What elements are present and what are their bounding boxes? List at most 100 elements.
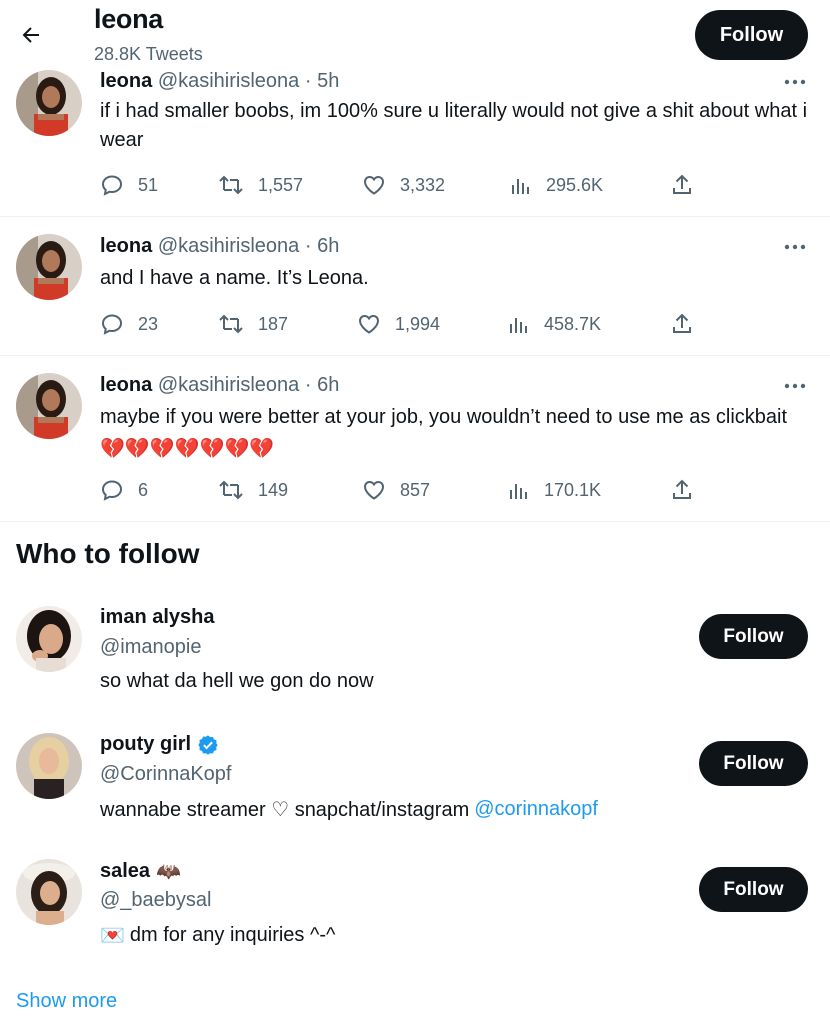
avatar[interactable] [16, 234, 82, 300]
tweet-meta: leona @kasihirisleona · 6h [100, 235, 339, 258]
heart-icon [363, 480, 385, 500]
avatar[interactable] [16, 733, 82, 799]
tweet-text: maybe if you were better at your job, yo… [100, 403, 810, 464]
avatar[interactable] [16, 859, 82, 925]
tweet-time[interactable]: · 5h [305, 70, 339, 92]
profile-header: leona 28.8K Tweets Follow [0, 0, 830, 70]
like-button[interactable]: 1,994 [357, 310, 440, 338]
views-button[interactable]: 170.1K [508, 476, 601, 504]
avatar[interactable] [16, 606, 82, 672]
like-button[interactable]: 857 [362, 476, 430, 504]
views-button[interactable]: 295.6K [510, 171, 603, 199]
reply-button[interactable]: 51 [100, 171, 158, 199]
retweet-icon [219, 480, 243, 500]
account-bio: 💌 dm for any inquiries ^-^ [100, 924, 336, 947]
reply-count: 23 [138, 313, 159, 334]
account-bio: wannabe streamer ♡ snapchat/instagram @c… [100, 798, 598, 821]
heart-icon [358, 314, 380, 334]
follow-button[interactable]: Follow [695, 10, 808, 60]
retweet-button[interactable]: 187 [218, 310, 288, 338]
account-name[interactable]: iman alysha [100, 606, 215, 629]
retweet-button[interactable]: 1,557 [218, 171, 303, 199]
view-count: 458.7K [544, 313, 602, 334]
suggested-account[interactable]: salea 🦇 @_baebysal 💌 dm for any inquirie… [0, 859, 830, 985]
tweet-time[interactable]: · 6h [305, 374, 339, 396]
more-options-button[interactable] [780, 72, 810, 92]
views-button[interactable]: 458.7K [508, 310, 601, 338]
like-count: 1,994 [395, 313, 441, 334]
account-handle[interactable]: @imanopie [100, 636, 201, 659]
tweet-count: 28.8K Tweets [94, 44, 203, 64]
more-dots-icon [784, 383, 806, 389]
reply-icon [101, 314, 123, 335]
heart-icon [363, 175, 385, 195]
account-handle[interactable]: @CorinnaKopf [100, 763, 231, 786]
tweet-text-body: maybe if you were better at your job, yo… [100, 406, 788, 428]
broken-heart-emojis: 💔💔💔💔💔💔💔 [100, 438, 275, 460]
share-button[interactable] [670, 476, 694, 504]
author-handle[interactable]: @kasihirisleona [158, 70, 299, 92]
tweet-text: if i had smaller boobs, im 100% sure u l… [100, 100, 808, 151]
tweet-actions: 23 187 1,994 458.7K [100, 310, 720, 338]
share-button[interactable] [670, 310, 694, 338]
header-title: leona [94, 4, 164, 34]
account-name[interactable]: pouty girl [100, 733, 219, 756]
account-name[interactable]: salea 🦇 [100, 859, 181, 884]
tweet[interactable]: leona @kasihirisleona · 5h if i had smal… [0, 70, 830, 217]
author-handle[interactable]: @kasihirisleona [158, 374, 299, 396]
analytics-icon [510, 484, 527, 499]
author-name[interactable]: leona [100, 70, 152, 92]
tweet[interactable]: leona @kasihirisleona · 6h and I have a … [0, 217, 830, 356]
account-bio: so what da hell we gon do now [100, 670, 374, 692]
more-options-button[interactable] [780, 376, 810, 396]
view-count: 170.1K [544, 479, 602, 500]
analytics-icon [510, 318, 527, 333]
bio-mention-link[interactable]: @corinnakopf [474, 798, 598, 821]
more-dots-icon [784, 79, 806, 85]
tweet-time[interactable]: · 6h [305, 235, 339, 257]
analytics-icon [512, 179, 529, 194]
retweet-button[interactable]: 149 [218, 476, 288, 504]
like-count: 3,332 [400, 174, 446, 195]
arrow-left-icon [22, 27, 39, 43]
verified-badge-icon [198, 734, 218, 755]
retweet-count: 1,557 [258, 174, 304, 195]
bat-emoji: 🦇 [156, 861, 181, 883]
tweet-meta: leona @kasihirisleona · 5h [100, 70, 339, 93]
more-options-button[interactable] [780, 237, 810, 257]
reply-icon [101, 480, 123, 501]
who-to-follow-heading: Who to follow [16, 538, 200, 569]
back-button[interactable] [14, 18, 48, 52]
tweet-actions: 6 149 857 170.1K [100, 476, 720, 504]
suggested-account[interactable]: pouty girl @CorinnaKopf wannabe streamer… [0, 733, 830, 859]
like-count: 857 [400, 479, 431, 500]
avatar[interactable] [16, 70, 82, 136]
tweet-meta: leona @kasihirisleona · 6h [100, 374, 339, 397]
follow-button[interactable]: Follow [699, 614, 808, 659]
account-handle[interactable]: @_baebysal [100, 889, 211, 912]
avatar[interactable] [16, 373, 82, 439]
retweet-count: 187 [258, 313, 289, 334]
share-button[interactable] [670, 171, 694, 199]
reply-icon [101, 175, 123, 196]
author-handle[interactable]: @kasihirisleona [158, 235, 299, 257]
author-name[interactable]: leona [100, 235, 152, 257]
author-name[interactable]: leona [100, 374, 152, 396]
more-dots-icon [784, 244, 806, 250]
share-icon [673, 174, 691, 194]
view-count: 295.6K [546, 174, 604, 195]
follow-button[interactable]: Follow [699, 867, 808, 912]
suggested-account[interactable]: iman alysha @imanopie so what da hell we… [0, 606, 830, 732]
reply-button[interactable]: 6 [100, 476, 148, 504]
reply-button[interactable]: 23 [100, 310, 158, 338]
share-icon [673, 479, 691, 499]
tweet[interactable]: leona @kasihirisleona · 6h maybe if you … [0, 356, 830, 522]
follow-button[interactable]: Follow [699, 741, 808, 786]
reply-count: 6 [138, 479, 149, 500]
reply-count: 51 [138, 174, 159, 195]
like-button[interactable]: 3,332 [362, 171, 445, 199]
tweet-text: and I have a name. It’s Leona. [100, 267, 369, 289]
share-icon [673, 313, 691, 333]
retweet-icon [219, 175, 243, 195]
show-more-link[interactable]: Show more [16, 990, 117, 1013]
